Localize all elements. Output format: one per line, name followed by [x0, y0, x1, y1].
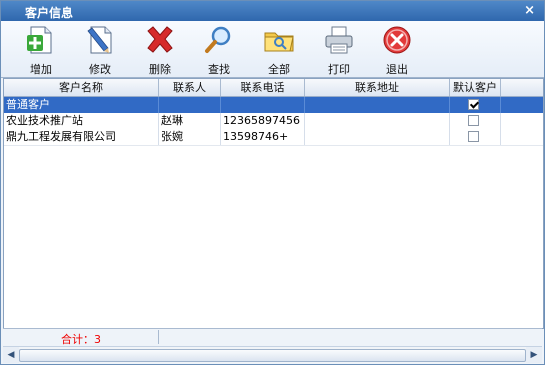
- delete-button[interactable]: 删除: [138, 25, 182, 76]
- cell-contact: [159, 97, 221, 113]
- horizontal-scrollbar[interactable]: ◀ ▶: [3, 346, 542, 363]
- header-filler: [501, 79, 543, 96]
- folder-icon: [263, 25, 295, 55]
- header-phone[interactable]: 联系电话: [221, 79, 305, 96]
- delete-button-label: 删除: [149, 63, 171, 76]
- scroll-right-icon[interactable]: ▶: [526, 347, 542, 363]
- header-default-customer[interactable]: 默认客户: [450, 79, 501, 96]
- cell-default: [450, 113, 501, 129]
- cell-address: [305, 97, 450, 113]
- header-customer-name[interactable]: 客户名称: [4, 79, 159, 96]
- cell-contact: 张婉: [159, 129, 221, 145]
- default-checkbox[interactable]: [468, 131, 479, 142]
- edit-button[interactable]: 修改: [78, 25, 122, 76]
- toolbar: 增加 修改 删除 查找 全部 打印 退出: [1, 21, 544, 78]
- edit-button-label: 修改: [89, 63, 111, 76]
- header-address[interactable]: 联系地址: [305, 79, 450, 96]
- add-button[interactable]: 增加: [19, 25, 63, 76]
- delete-x-icon: [144, 25, 176, 55]
- show-all-button-label: 全部: [268, 63, 290, 76]
- show-all-button[interactable]: 全部: [257, 25, 301, 76]
- total-count: 合计：3: [61, 333, 101, 346]
- add-document-icon: [25, 25, 57, 55]
- search-button[interactable]: 查找: [197, 25, 241, 76]
- default-checkbox[interactable]: [468, 115, 479, 126]
- cell-customer-name: 鼎九工程发展有限公司: [4, 129, 159, 145]
- print-button[interactable]: 打印: [317, 25, 361, 76]
- exit-close-icon: [381, 25, 413, 55]
- cell-address: [305, 113, 450, 129]
- cell-customer-name: 普通客户: [4, 97, 159, 113]
- close-icon[interactable]: ×: [524, 3, 535, 18]
- cell-default: [450, 129, 501, 145]
- scroll-left-icon[interactable]: ◀: [3, 347, 19, 363]
- exit-button[interactable]: 退出: [375, 25, 419, 76]
- cell-customer-name: 农业技术推广站: [4, 113, 159, 129]
- customer-table[interactable]: 客户名称 联系人 联系电话 联系地址 默认客户 普通客户 农业技术推广站 赵琳 …: [3, 78, 544, 329]
- search-button-label: 查找: [208, 63, 230, 76]
- table-row[interactable]: 普通客户: [4, 97, 543, 113]
- search-icon: [203, 25, 235, 55]
- printer-icon: [323, 25, 355, 55]
- table-header: 客户名称 联系人 联系电话 联系地址 默认客户: [4, 79, 543, 97]
- cell-phone: 13598746+: [221, 129, 305, 145]
- edit-pencil-icon: [84, 25, 116, 55]
- print-button-label: 打印: [328, 63, 350, 76]
- window-title: 客户信息: [25, 6, 74, 20]
- table-footer: 合计：3: [3, 328, 542, 346]
- header-contact[interactable]: 联系人: [159, 79, 221, 96]
- footer-divider: [158, 330, 159, 344]
- add-button-label: 增加: [30, 63, 52, 76]
- cell-phone: [221, 97, 305, 113]
- cell-address: [305, 129, 450, 145]
- scroll-thumb[interactable]: [19, 349, 526, 362]
- title-bar[interactable]: 客户信息 ×: [1, 1, 544, 21]
- customer-info-window: 客户信息 × 增加 修改 删除 查找 全部 打印 退出 客户名称 联系人 联系电…: [0, 0, 545, 365]
- table-row[interactable]: 农业技术推广站 赵琳 12365897456: [4, 113, 543, 130]
- cell-contact: 赵琳: [159, 113, 221, 129]
- exit-button-label: 退出: [386, 63, 408, 76]
- cell-phone: 12365897456: [221, 113, 305, 129]
- table-row[interactable]: 鼎九工程发展有限公司 张婉 13598746+: [4, 129, 543, 146]
- cell-default: [450, 97, 501, 113]
- default-checkbox[interactable]: [468, 99, 479, 110]
